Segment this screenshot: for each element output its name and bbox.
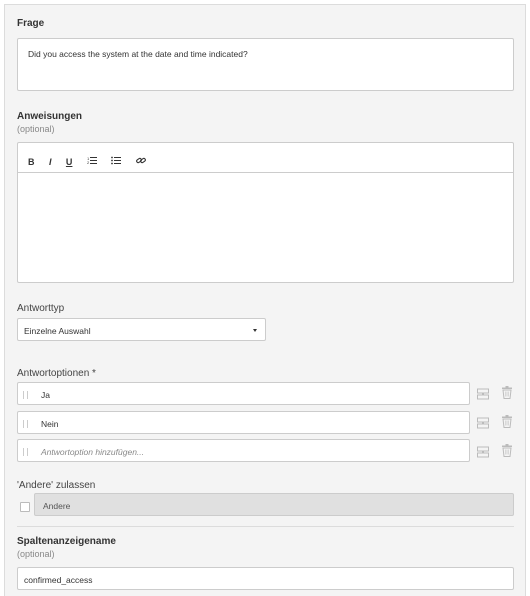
other-option-input: Andere xyxy=(34,493,514,516)
allow-other-checkbox[interactable] xyxy=(20,502,30,512)
svg-text:2: 2 xyxy=(87,160,90,165)
ordered-list-icon[interactable]: 1 2 xyxy=(87,156,97,167)
chevron-down-icon xyxy=(253,329,257,332)
drag-handle-icon[interactable] xyxy=(23,448,28,456)
instructions-optional-hint: (optional) xyxy=(17,124,55,134)
question-input[interactable]: Did you access the system at the date an… xyxy=(17,38,514,91)
question-editor-panel: Frage Did you access the system at the d… xyxy=(4,4,526,596)
column-name-label: Spaltenanzeigename xyxy=(17,536,116,547)
trash-icon[interactable] xyxy=(501,415,513,428)
column-name-value: confirmed_access xyxy=(24,575,93,585)
question-label: Frage xyxy=(17,18,45,29)
editor-toolbar: B I U 1 2 xyxy=(18,143,513,173)
add-answer-option-row[interactable]: Antwortoption hinzufügen... xyxy=(17,439,470,462)
italic-icon[interactable]: I xyxy=(49,157,52,167)
answer-options-label: Antwortoptionen * xyxy=(17,368,96,379)
column-name-input[interactable]: confirmed_access xyxy=(17,567,514,590)
answer-type-select[interactable]: Einzelne Auswahl xyxy=(17,318,266,341)
trash-icon[interactable] xyxy=(501,386,513,399)
question-text: Did you access the system at the date an… xyxy=(28,49,248,59)
bullet-list-icon[interactable] xyxy=(111,156,122,167)
trash-icon[interactable] xyxy=(501,444,513,457)
answer-option-value: Ja xyxy=(41,390,50,400)
other-option-value: Andere xyxy=(43,501,71,511)
divider xyxy=(17,526,514,527)
add-row-below-icon[interactable] xyxy=(477,387,489,400)
allow-other-label: 'Andere' zulassen xyxy=(17,480,96,491)
underline-icon[interactable]: U xyxy=(66,157,73,167)
add-row-below-icon[interactable] xyxy=(477,416,489,429)
answer-option-row[interactable]: Ja xyxy=(17,382,470,405)
add-answer-option-placeholder: Antwortoption hinzufügen... xyxy=(41,447,145,457)
instructions-label: Anweisungen xyxy=(17,111,83,122)
answer-type-label: Antworttyp xyxy=(17,303,65,314)
drag-handle-icon[interactable] xyxy=(23,420,28,428)
bold-icon[interactable]: B xyxy=(28,157,35,167)
drag-handle-icon[interactable] xyxy=(23,391,28,399)
add-row-below-icon[interactable] xyxy=(477,445,489,458)
column-name-optional-hint: (optional) xyxy=(17,549,55,559)
answer-option-row[interactable]: Nein xyxy=(17,411,470,434)
instructions-text-area[interactable] xyxy=(18,173,513,282)
answer-type-value: Einzelne Auswahl xyxy=(24,326,91,336)
instructions-editor: B I U 1 2 xyxy=(17,142,514,283)
link-icon[interactable] xyxy=(135,156,146,167)
answer-option-value: Nein xyxy=(41,419,59,429)
